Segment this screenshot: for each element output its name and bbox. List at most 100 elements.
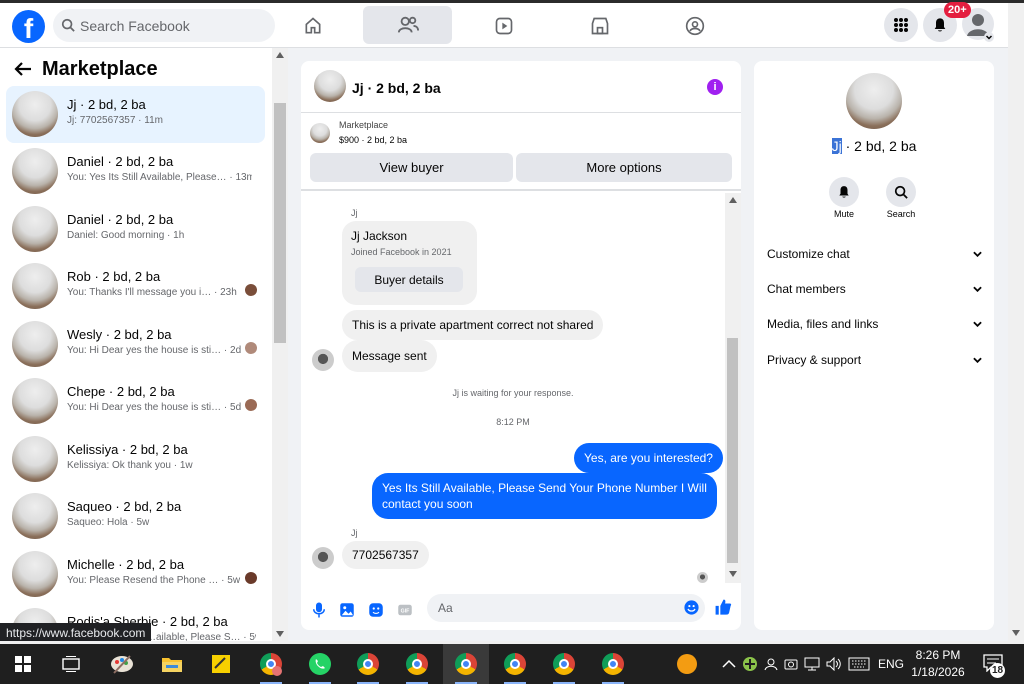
profile-name-rest: · 2 bd, 2 ba bbox=[841, 138, 917, 154]
message-bubble-incoming: This is a private apartment correct not … bbox=[342, 310, 604, 340]
user-tray-icon[interactable] bbox=[764, 657, 778, 671]
scroll-up-arrow-icon[interactable] bbox=[729, 197, 737, 203]
chevron-up-icon[interactable] bbox=[722, 659, 736, 669]
emoji-icon[interactable] bbox=[683, 599, 700, 616]
taskbar-app-chrome-profile-1[interactable] bbox=[248, 644, 294, 684]
chevron-down-icon bbox=[973, 321, 982, 327]
sidebar-scrollbar-thumb[interactable] bbox=[274, 103, 286, 343]
chat-members-item[interactable]: Chat members bbox=[767, 282, 982, 296]
conversation-preview: You: Please Resend the Phone … · 5w bbox=[67, 575, 241, 586]
page-scrollbar[interactable] bbox=[1008, 3, 1024, 641]
conversation-name: Daniel · 2 bd, 2 ba bbox=[67, 154, 174, 169]
thumbs-up-icon[interactable] bbox=[714, 598, 733, 617]
privacy-support-item[interactable]: Privacy & support bbox=[767, 353, 982, 367]
taskbar-app-chrome-profile-2[interactable] bbox=[345, 644, 391, 684]
taskbar-app-file-explorer[interactable] bbox=[149, 644, 195, 684]
media-files-links-item[interactable]: Media, files and links bbox=[767, 317, 982, 331]
task-view-icon bbox=[62, 656, 80, 672]
sticker-icon[interactable] bbox=[367, 601, 385, 619]
conversation-item[interactable]: Chepe · 2 bd, 2 ba You: Hi Dear yes the … bbox=[6, 373, 265, 430]
microphone-icon[interactable] bbox=[310, 601, 328, 619]
conversation-item[interactable]: Daniel · 2 bd, 2 ba Daniel: Good morning… bbox=[6, 201, 265, 258]
taskbar-app-chrome-active[interactable] bbox=[443, 644, 489, 684]
friends-icon bbox=[397, 16, 419, 33]
buyer-details-button[interactable]: Buyer details bbox=[355, 267, 463, 292]
search-chat-button[interactable] bbox=[886, 177, 916, 207]
conversation-preview: You: Hi Dear yes the house is sti… · 5d bbox=[67, 402, 242, 413]
conversation-name: Michelle · 2 bd, 2 ba bbox=[67, 557, 185, 572]
status-url-tooltip: https://www.facebook.com bbox=[0, 623, 152, 643]
nav-friends-button[interactable] bbox=[363, 6, 452, 44]
message-input[interactable]: Aa bbox=[427, 594, 705, 622]
nav-video-button[interactable] bbox=[459, 3, 548, 48]
conversation-item[interactable]: Rob · 2 bd, 2 ba You: Thanks I'll messag… bbox=[6, 258, 265, 315]
network-icon[interactable] bbox=[804, 657, 820, 671]
conversation-item[interactable]: Saqueo · 2 bd, 2 ba Saqueo: Hola · 5w bbox=[6, 488, 265, 545]
sticky-notes-icon bbox=[212, 655, 230, 673]
view-buyer-button[interactable]: View buyer bbox=[310, 153, 513, 182]
customize-chat-item[interactable]: Customize chat bbox=[767, 247, 982, 261]
bell-icon bbox=[934, 18, 946, 32]
conversation-preview: You: Hi Dear yes the house is sti… · 2d bbox=[67, 345, 242, 356]
nav-marketplace-button[interactable] bbox=[555, 3, 644, 48]
taskbar-app-sticky-notes[interactable] bbox=[198, 644, 244, 684]
conversation-name: Saqueo · 2 bd, 2 ba bbox=[67, 499, 182, 514]
facebook-logo-icon[interactable]: f bbox=[12, 10, 45, 43]
gif-icon[interactable]: GIF bbox=[396, 601, 414, 619]
conversation-item[interactable]: Jj · 2 bd, 2 ba Jj: 7702567357 · 11m bbox=[6, 86, 265, 143]
taskbar-app-chrome-profile-5[interactable] bbox=[492, 644, 538, 684]
start-button[interactable] bbox=[0, 644, 46, 684]
mute-button[interactable] bbox=[829, 177, 859, 207]
chat-panel: Jj · 2 bd, 2 ba i Marketplace $900 · 2 b… bbox=[301, 61, 741, 630]
conversation-item[interactable]: Daniel · 2 bd, 2 ba You: Yes Its Still A… bbox=[6, 143, 265, 200]
scroll-up-arrow-icon[interactable] bbox=[276, 52, 284, 58]
nav-home-button[interactable] bbox=[268, 3, 357, 48]
camera-icon[interactable] bbox=[784, 657, 798, 671]
seen-avatar bbox=[245, 284, 257, 296]
conversation-item[interactable]: Kelissiya · 2 bd, 2 ba Kelissiya: Ok tha… bbox=[6, 431, 265, 488]
scroll-down-arrow-icon[interactable] bbox=[1012, 630, 1020, 636]
task-view-button[interactable] bbox=[48, 644, 94, 684]
search-icon bbox=[894, 185, 908, 199]
chat-avatar[interactable] bbox=[314, 70, 346, 102]
more-options-button[interactable]: More options bbox=[516, 153, 732, 182]
taskbar-app-chrome-profile-7[interactable] bbox=[590, 644, 636, 684]
back-arrow-icon[interactable] bbox=[14, 61, 32, 77]
buyer-card: Jj Jackson Joined Facebook in 2021 Buyer… bbox=[342, 221, 477, 305]
profile-badge bbox=[272, 666, 282, 676]
keyboard-icon[interactable] bbox=[848, 657, 870, 671]
listing-thumbnail bbox=[12, 321, 58, 367]
volume-icon[interactable] bbox=[826, 657, 842, 671]
taskbar-app-chrome-profile-3[interactable] bbox=[394, 644, 440, 684]
info-icon[interactable]: i bbox=[707, 79, 723, 95]
action-center-button[interactable]: 18 bbox=[982, 652, 1008, 678]
scroll-down-arrow-icon[interactable] bbox=[276, 631, 284, 637]
conversation-item[interactable]: Wesly · 2 bd, 2 ba You: Hi Dear yes the … bbox=[6, 316, 265, 373]
nav-groups-button[interactable] bbox=[650, 3, 739, 48]
clock[interactable]: 8:26 PM 1/18/2026 bbox=[905, 647, 971, 681]
profile-avatar[interactable] bbox=[846, 73, 902, 129]
sender-avatar bbox=[312, 349, 334, 371]
conversation-preview: Daniel: Good morning · 1h bbox=[67, 230, 185, 241]
taskbar-app-chrome-profile-6[interactable] bbox=[541, 644, 587, 684]
photo-icon[interactable] bbox=[338, 601, 356, 619]
taskbar-app-whatsapp[interactable] bbox=[297, 644, 343, 684]
windows-logo-icon bbox=[15, 656, 31, 672]
chat-details-panel: Jj · 2 bd, 2 ba Mute Search Customize ch… bbox=[754, 61, 994, 630]
taskbar-app-paint[interactable] bbox=[99, 644, 145, 684]
chrome-icon bbox=[504, 653, 526, 675]
menu-button[interactable] bbox=[884, 8, 918, 42]
tray-app-icon[interactable] bbox=[742, 656, 758, 672]
taskbar-app-orange[interactable] bbox=[664, 644, 710, 684]
scroll-down-arrow-icon[interactable] bbox=[729, 571, 737, 577]
chrome-icon bbox=[406, 653, 428, 675]
buyer-name: Jj Jackson bbox=[351, 229, 408, 243]
chat-title[interactable]: Jj · 2 bd, 2 ba bbox=[352, 80, 441, 96]
search-input[interactable]: Search Facebook bbox=[53, 9, 275, 42]
paint-app-icon bbox=[111, 655, 133, 674]
message-bubble-outgoing: Yes, are you interested? bbox=[574, 443, 723, 473]
conversation-item[interactable]: Michelle · 2 bd, 2 ba You: Please Resend… bbox=[6, 546, 265, 603]
language-indicator[interactable]: ENG bbox=[878, 657, 904, 671]
chat-scrollbar-thumb[interactable] bbox=[727, 338, 738, 563]
listing-thumbnail bbox=[12, 493, 58, 539]
